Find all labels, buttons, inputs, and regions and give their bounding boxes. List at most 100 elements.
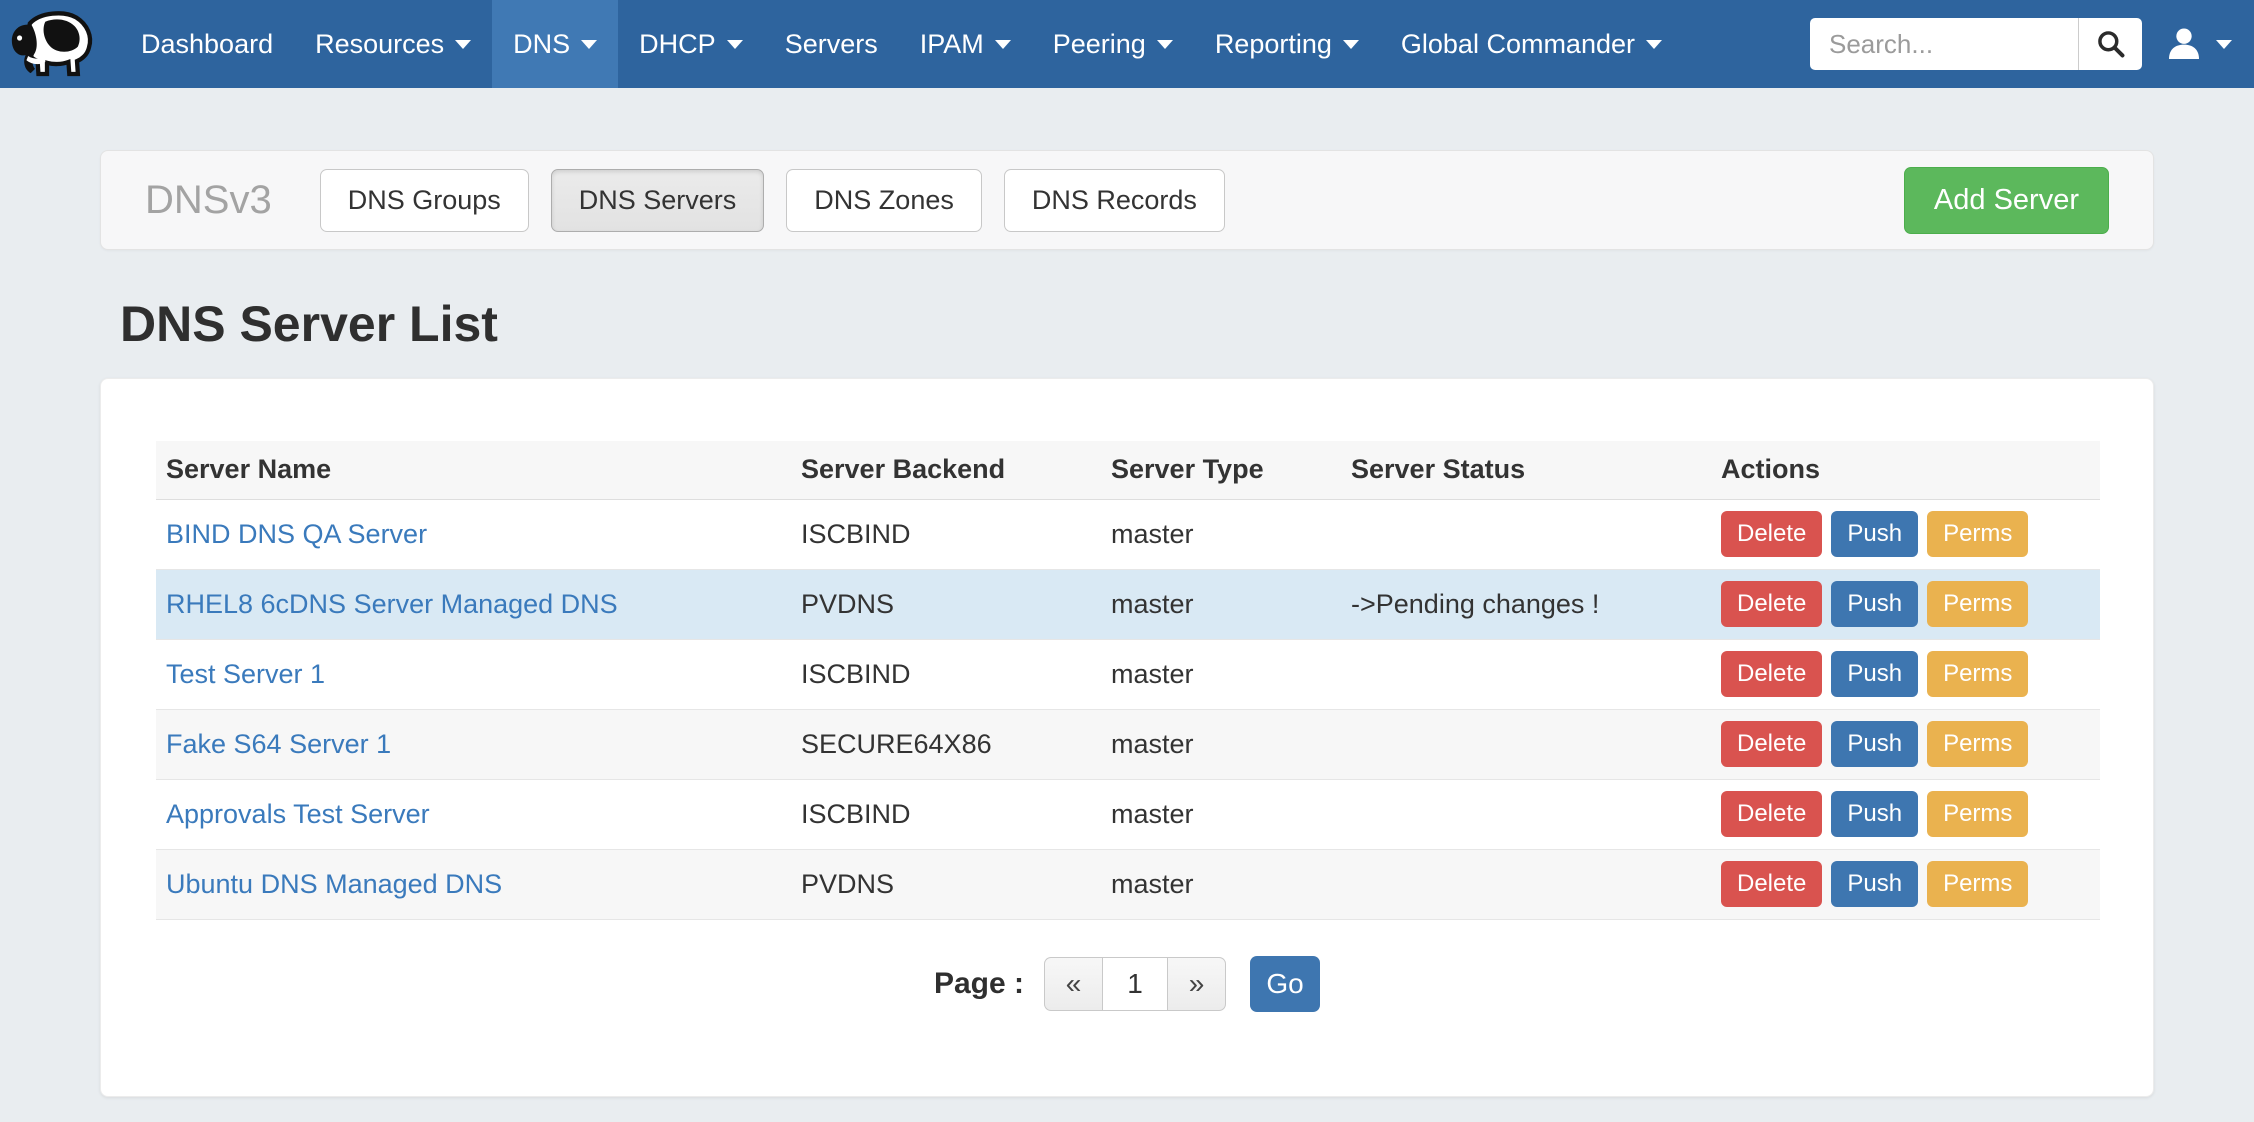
- row-actions: Delete Push Perms: [1721, 721, 2090, 767]
- server-backend-cell: ISCBIND: [791, 499, 1101, 569]
- server-name-link[interactable]: BIND DNS QA Server: [166, 519, 427, 549]
- col-server-backend: Server Backend: [791, 441, 1101, 499]
- nav-reporting[interactable]: Reporting: [1194, 0, 1380, 88]
- push-button[interactable]: Push: [1831, 791, 1918, 837]
- server-status-cell: [1341, 499, 1711, 569]
- search-button[interactable]: [2078, 18, 2142, 70]
- nav-resources-label: Resources: [315, 29, 444, 60]
- perms-button[interactable]: Perms: [1927, 651, 2028, 697]
- perms-button[interactable]: Perms: [1927, 511, 2028, 557]
- server-status-cell: [1341, 639, 1711, 709]
- row-actions: Delete Push Perms: [1721, 511, 2090, 557]
- delete-button[interactable]: Delete: [1721, 581, 1822, 627]
- navbar-right: [1810, 0, 2254, 88]
- row-actions: Delete Push Perms: [1721, 861, 2090, 907]
- tab-dns-records[interactable]: DNS Records: [1004, 169, 1225, 232]
- search-group: [1810, 18, 2142, 70]
- nav-dashboard[interactable]: Dashboard: [120, 0, 294, 88]
- pager-group: « »: [1044, 957, 1226, 1011]
- chevron-down-icon: [581, 40, 597, 49]
- server-name-link[interactable]: Fake S64 Server 1: [166, 729, 391, 759]
- table-row: Ubuntu DNS Managed DNS PVDNS master Dele…: [156, 849, 2100, 919]
- table-row: Fake S64 Server 1 SECURE64X86 master Del…: [156, 709, 2100, 779]
- chevron-down-icon: [2216, 40, 2232, 49]
- server-status-cell: [1341, 779, 1711, 849]
- provision-mammoth-logo[interactable]: [0, 0, 106, 88]
- push-button[interactable]: Push: [1831, 581, 1918, 627]
- perms-button[interactable]: Perms: [1927, 861, 2028, 907]
- delete-button[interactable]: Delete: [1721, 861, 1822, 907]
- server-name-link[interactable]: RHEL8 6cDNS Server Managed DNS: [166, 589, 618, 619]
- chevron-down-icon: [1157, 40, 1173, 49]
- nav-servers-label: Servers: [785, 29, 878, 60]
- nav-resources[interactable]: Resources: [294, 0, 492, 88]
- push-button[interactable]: Push: [1831, 721, 1918, 767]
- chevron-down-icon: [1343, 40, 1359, 49]
- push-button[interactable]: Push: [1831, 511, 1918, 557]
- server-backend-cell: PVDNS: [791, 569, 1101, 639]
- push-button[interactable]: Push: [1831, 861, 1918, 907]
- delete-button[interactable]: Delete: [1721, 791, 1822, 837]
- nav-servers[interactable]: Servers: [764, 0, 899, 88]
- nav-peering[interactable]: Peering: [1032, 0, 1194, 88]
- chevron-down-icon: [995, 40, 1011, 49]
- chevron-down-icon: [1646, 40, 1662, 49]
- delete-button[interactable]: Delete: [1721, 511, 1822, 557]
- row-actions: Delete Push Perms: [1721, 791, 2090, 837]
- chevron-down-icon: [727, 40, 743, 49]
- user-menu[interactable]: [2164, 24, 2232, 64]
- nav-peering-label: Peering: [1053, 29, 1146, 60]
- nav-dns-label: DNS: [513, 29, 570, 60]
- delete-button[interactable]: Delete: [1721, 651, 1822, 697]
- nav-ipam[interactable]: IPAM: [899, 0, 1032, 88]
- dnsv3-toolbar: DNSv3 DNS Groups DNS Servers DNS Zones D…: [100, 150, 2154, 250]
- tab-dns-zones[interactable]: DNS Zones: [786, 169, 982, 232]
- nav-dhcp-label: DHCP: [639, 29, 716, 60]
- nav-reporting-label: Reporting: [1215, 29, 1332, 60]
- perms-button[interactable]: Perms: [1927, 721, 2028, 767]
- server-list-card: Server Name Server Backend Server Type S…: [100, 378, 2154, 1097]
- server-status-cell: [1341, 709, 1711, 779]
- push-button[interactable]: Push: [1831, 651, 1918, 697]
- nav-dhcp[interactable]: DHCP: [618, 0, 764, 88]
- perms-button[interactable]: Perms: [1927, 581, 2028, 627]
- nav-dns[interactable]: DNS: [492, 0, 618, 88]
- table-header-row: Server Name Server Backend Server Type S…: [156, 441, 2100, 499]
- server-name-link[interactable]: Test Server 1: [166, 659, 325, 689]
- chevron-down-icon: [455, 40, 471, 49]
- perms-button[interactable]: Perms: [1927, 791, 2028, 837]
- page-number-input[interactable]: [1102, 957, 1168, 1011]
- page-label: Page :: [934, 967, 1024, 1001]
- go-button[interactable]: Go: [1250, 956, 1320, 1012]
- next-page-button[interactable]: »: [1168, 957, 1226, 1011]
- tab-dns-servers[interactable]: DNS Servers: [551, 169, 765, 232]
- col-actions: Actions: [1711, 441, 2100, 499]
- row-actions: Delete Push Perms: [1721, 581, 2090, 627]
- server-type-cell: master: [1101, 779, 1341, 849]
- add-server-button[interactable]: Add Server: [1904, 167, 2109, 234]
- server-name-link[interactable]: Approvals Test Server: [166, 799, 430, 829]
- dns-tab-group: DNS Groups DNS Servers DNS Zones DNS Rec…: [320, 169, 1225, 232]
- server-status-cell: ->Pending changes !: [1341, 569, 1711, 639]
- top-navbar: Dashboard Resources DNS DHCP Servers IPA…: [0, 0, 2254, 88]
- main-nav: Dashboard Resources DNS DHCP Servers IPA…: [120, 0, 1683, 88]
- pagination: Page : « » Go: [156, 956, 2098, 1012]
- tab-dns-groups[interactable]: DNS Groups: [320, 169, 529, 232]
- col-server-type: Server Type: [1101, 441, 1341, 499]
- main-content: DNSv3 DNS Groups DNS Servers DNS Zones D…: [100, 150, 2154, 1097]
- server-name-link[interactable]: Ubuntu DNS Managed DNS: [166, 869, 502, 899]
- page-title: DNS Server List: [100, 296, 2154, 352]
- nav-global-commander[interactable]: Global Commander: [1380, 0, 1683, 88]
- row-actions: Delete Push Perms: [1721, 651, 2090, 697]
- delete-button[interactable]: Delete: [1721, 721, 1822, 767]
- dns-server-table: Server Name Server Backend Server Type S…: [156, 441, 2100, 920]
- server-type-cell: master: [1101, 709, 1341, 779]
- search-icon: [2095, 28, 2127, 60]
- server-backend-cell: ISCBIND: [791, 779, 1101, 849]
- server-backend-cell: SECURE64X86: [791, 709, 1101, 779]
- server-type-cell: master: [1101, 639, 1341, 709]
- prev-page-button[interactable]: «: [1044, 957, 1102, 1011]
- table-row: Test Server 1 ISCBIND master Delete Push…: [156, 639, 2100, 709]
- server-backend-cell: PVDNS: [791, 849, 1101, 919]
- search-input[interactable]: [1810, 18, 2078, 70]
